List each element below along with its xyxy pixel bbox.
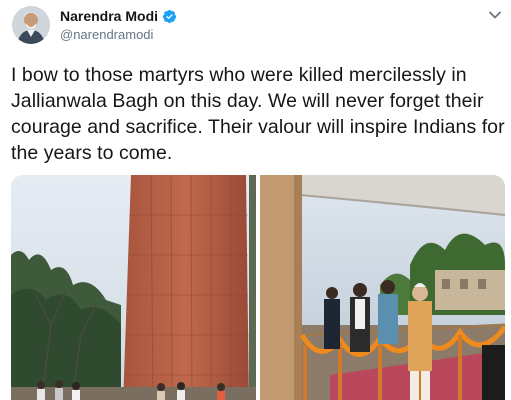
chevron-down-icon[interactable] [487, 7, 503, 23]
wreath-laying-ceremony-photo[interactable] [260, 175, 505, 400]
memorial-image [11, 175, 256, 400]
jallianwala-memorial-photo[interactable] [11, 175, 256, 400]
tweet-card: Narendra Modi @narendramodi I bow to tho… [0, 0, 511, 400]
profile-avatar-image [12, 6, 50, 44]
verified-badge-icon [162, 9, 177, 23]
author-name-row: Narendra Modi [60, 8, 177, 24]
user-handle[interactable]: @narendramodi [60, 27, 153, 42]
tweet-text: I bow to those martyrs who were killed m… [11, 64, 505, 164]
avatar[interactable] [12, 6, 50, 44]
ceremony-image [260, 175, 505, 400]
media-grid [11, 175, 505, 400]
display-name[interactable]: Narendra Modi [60, 8, 158, 24]
